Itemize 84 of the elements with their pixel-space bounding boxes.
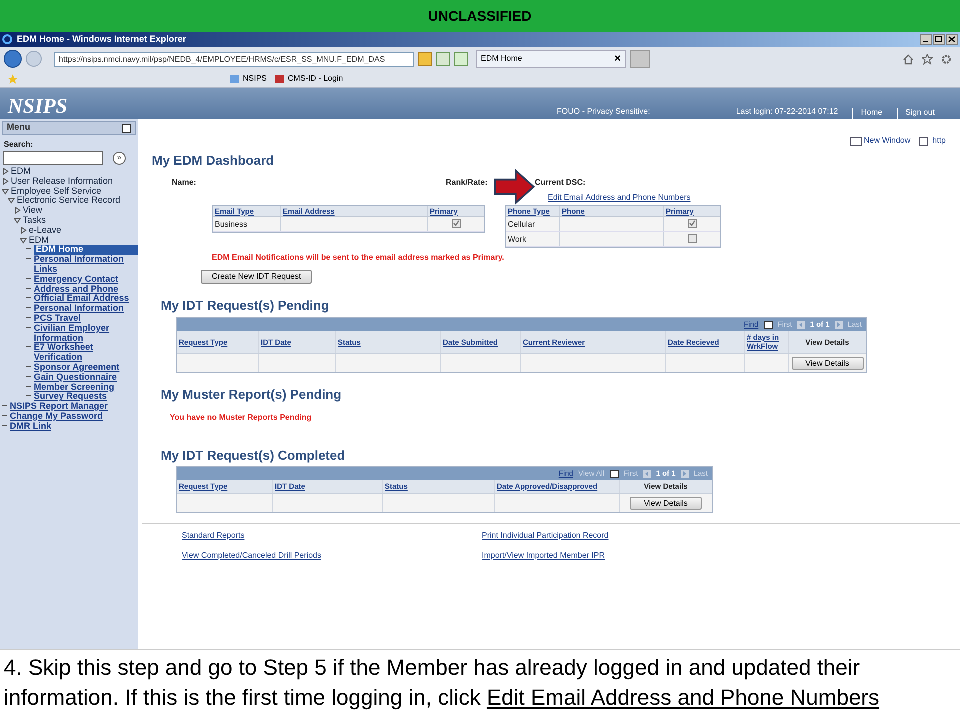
toolbar-link[interactable]: http bbox=[918, 135, 946, 147]
compatibility-button[interactable] bbox=[436, 52, 450, 66]
view-details-button[interactable]: View Details bbox=[630, 496, 702, 510]
browser-icon bbox=[2, 34, 13, 45]
footer-link[interactable]: Standard Reports bbox=[182, 530, 245, 542]
tree-link[interactable]: E7 Worksheet Verification bbox=[34, 343, 138, 363]
star-icon bbox=[922, 54, 933, 64]
page-heading: My EDM Dashboard bbox=[152, 152, 276, 170]
table-cell: Cellular bbox=[506, 216, 560, 230]
tree-link[interactable]: PCS Travel bbox=[34, 314, 138, 324]
field-label: Name: bbox=[172, 176, 198, 188]
tree-link[interactable]: Survey Requests bbox=[34, 392, 138, 402]
tree-link[interactable]: Change My Password bbox=[10, 412, 114, 422]
tree-item[interactable]: Employee Self Service bbox=[11, 186, 102, 196]
favorite-link[interactable]: CMS-ID - Login bbox=[275, 73, 344, 85]
menu-title: Menu bbox=[7, 121, 30, 134]
field-label: Current DSC: bbox=[535, 176, 586, 188]
footer-link[interactable]: View Completed/Canceled Drill Periods bbox=[182, 550, 322, 562]
search-button[interactable]: » bbox=[113, 152, 126, 164]
view-details-button[interactable]: View Details bbox=[792, 356, 864, 370]
tree-link[interactable]: Emergency Contact bbox=[34, 274, 138, 285]
section-heading: My IDT Request(s) Pending bbox=[161, 296, 330, 315]
close-icon bbox=[948, 36, 956, 43]
privacy-notice: FOUO - Privacy Sensitive: bbox=[557, 106, 650, 118]
search-field[interactable] bbox=[3, 151, 103, 165]
section-heading: My IDT Request(s) Completed bbox=[161, 446, 346, 465]
home-icon bbox=[903, 54, 914, 64]
logo: NSIPS bbox=[8, 93, 68, 120]
tree-item[interactable]: Electronic Service Record bbox=[17, 196, 121, 206]
tree-item[interactable]: User Release Information bbox=[11, 176, 114, 187]
pointer-arrow-drawing bbox=[494, 169, 536, 205]
edit-contact-link[interactable]: Edit Email Address and Phone Numbers bbox=[548, 192, 691, 204]
tree-link[interactable]: Address and Phone bbox=[34, 284, 138, 294]
previous-icon bbox=[797, 320, 806, 328]
next-icon bbox=[680, 470, 689, 478]
maximize-icon bbox=[935, 36, 943, 43]
collapse-button[interactable] bbox=[122, 124, 131, 132]
tree-link[interactable]: EDM Home bbox=[34, 245, 138, 256]
favorite-link[interactable]: NSIPS bbox=[230, 73, 268, 85]
minimize-button[interactable] bbox=[920, 34, 932, 45]
previous-icon bbox=[643, 470, 652, 478]
favorites-star-icon bbox=[8, 74, 20, 84]
window-icon bbox=[850, 136, 862, 146]
toolbar-link[interactable]: New Window bbox=[850, 135, 911, 147]
empty-message: You have no Muster Reports Pending bbox=[170, 412, 313, 424]
tree-item[interactable]: Tasks bbox=[23, 216, 46, 226]
tree-link[interactable]: Member Screening bbox=[34, 382, 138, 392]
tree-link[interactable]: Official Email Address bbox=[34, 294, 138, 304]
tab-title: EDM Home bbox=[481, 53, 522, 65]
instruction-text: 4. Skip this step and go to Step 5 if the Member has already logged in and updated their information. If this is the first time logging in, click Edit Email Address and Phone Numbers bbox=[4, 654, 881, 712]
tree-item[interactable]: EDM bbox=[29, 236, 49, 246]
page-icon bbox=[918, 136, 931, 146]
maximize-button[interactable] bbox=[933, 34, 945, 45]
tree-link[interactable]: DMR Link bbox=[10, 422, 114, 432]
back-button[interactable] bbox=[4, 50, 22, 68]
table-cell: Business bbox=[213, 216, 281, 230]
tree-link[interactable]: Sponsor Agreement bbox=[34, 362, 138, 373]
tree-link[interactable]: Civilian Employer Information bbox=[34, 324, 138, 344]
create-request-button[interactable]: Create New IDT Request bbox=[201, 270, 312, 284]
tab-close-button[interactable]: × bbox=[614, 50, 621, 68]
tree-link[interactable]: Personal Information Links bbox=[34, 255, 138, 275]
close-button[interactable] bbox=[946, 34, 958, 45]
last-login: Last login: 07-22-2014 07:12 bbox=[736, 106, 838, 118]
field-label: Rank/Rate: bbox=[446, 176, 489, 188]
tree-item[interactable]: EDM bbox=[11, 167, 31, 177]
table-cell: Work bbox=[506, 232, 560, 246]
footer-link[interactable]: Import/View Imported Member IPR bbox=[482, 550, 606, 562]
tree-item[interactable]: View bbox=[23, 206, 42, 216]
browser-tab[interactable]: EDM Home × bbox=[476, 50, 626, 68]
tree-link[interactable]: Personal Information bbox=[34, 304, 138, 314]
window-title: EDM Home - Windows Internet Explorer bbox=[17, 32, 186, 46]
classification-label: UNCLASSIFIED bbox=[428, 6, 532, 26]
search-label: Search: bbox=[3, 139, 34, 151]
instruction-link[interactable]: Edit Email Address and Phone Numbers bbox=[486, 685, 880, 710]
notification-message: EDM Email Notifications will be sent to the email address marked as Primary. bbox=[212, 252, 506, 264]
section-heading: My Muster Report(s) Pending bbox=[161, 386, 343, 404]
footer-link[interactable]: Print Individual Participation Record bbox=[482, 530, 609, 542]
tree-link[interactable]: NSIPS Report Manager bbox=[10, 402, 114, 412]
tree-item[interactable]: e-Leave bbox=[29, 226, 62, 236]
refresh-button[interactable] bbox=[454, 52, 468, 66]
settings-icon bbox=[941, 54, 952, 64]
next-icon bbox=[834, 320, 843, 328]
address-field[interactable]: https://nsips.nmci.navy.mil/psp/NEDB_4/EMPLOYEE/HRMS/c/ESR_SS_MNU.F_EDM_DAS bbox=[54, 52, 414, 66]
tree-link[interactable]: Gain Questionnaire bbox=[34, 372, 138, 383]
